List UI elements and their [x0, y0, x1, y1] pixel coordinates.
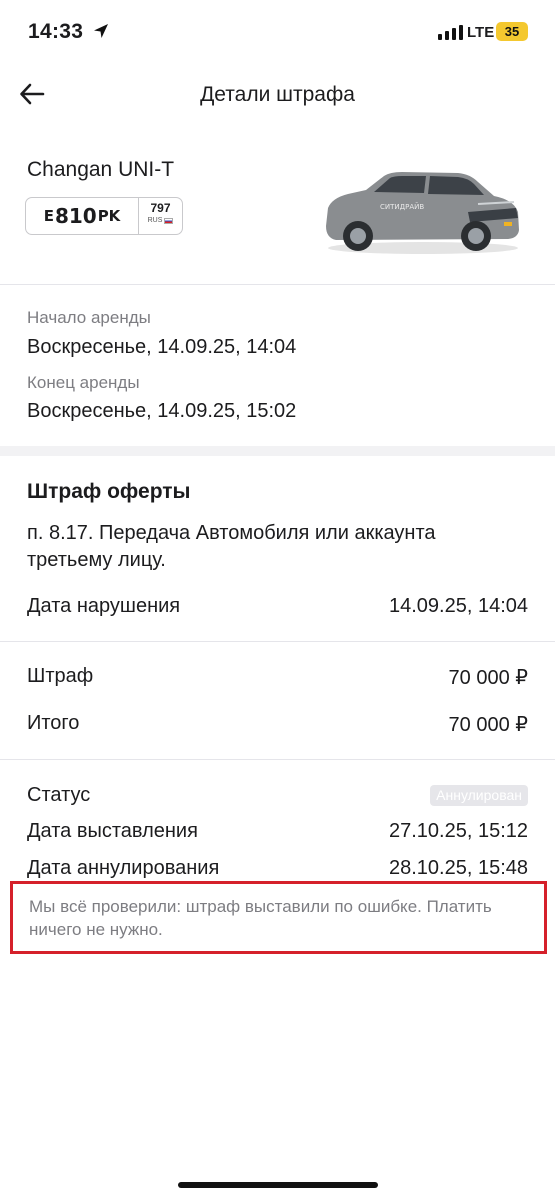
error-notice-highlight: Мы всё проверили: штраф выставили по оши…	[10, 881, 547, 954]
violation-date-value: 14.09.25, 14:04	[388, 595, 528, 617]
divider	[0, 759, 555, 760]
rental-start-value: Воскресенье, 14.09.25, 14:04	[27, 336, 297, 358]
annulled-date-value: 28.10.25, 15:48	[388, 857, 528, 879]
page-title: Детали штрафа	[200, 83, 355, 106]
plate-letter: E	[43, 207, 54, 225]
fine-details-screen: 14:33 LTE 35 Детали штрафа Changan UNI-T…	[0, 0, 555, 1200]
issued-date-value: 27.10.25, 15:12	[388, 820, 528, 842]
rental-start-label: Начало аренды	[27, 308, 151, 327]
network-type: LTE	[467, 24, 495, 41]
home-indicator[interactable]	[178, 1182, 378, 1188]
location-arrow-icon	[94, 24, 108, 38]
section-separator	[0, 446, 555, 456]
fine-amount-label: Штраф	[27, 665, 94, 687]
violation-date-label: Дата нарушения	[27, 595, 181, 617]
plate-digits: 810	[54, 204, 97, 228]
license-plate: E 810 PK 797 RUS	[25, 197, 183, 235]
annulled-date-label: Дата аннулирования	[27, 857, 220, 879]
status-bar: 14:33 LTE 35	[0, 0, 555, 66]
status-label: Статус	[27, 784, 91, 806]
region-code: 797	[150, 201, 171, 215]
total-label: Итого	[27, 712, 80, 734]
plate-letters: PK	[97, 207, 121, 225]
rental-end-label: Конец аренды	[27, 373, 140, 392]
total-value: 70 000 ₽	[448, 714, 528, 736]
signal-bars-icon	[438, 24, 463, 40]
issued-date-label: Дата выставления	[27, 820, 198, 842]
region-country: RUS	[148, 217, 174, 224]
status-time: 14:33	[28, 20, 84, 43]
battery-icon: 35	[496, 22, 528, 41]
fine-amount-value: 70 000 ₽	[448, 667, 528, 689]
plate-region: 797 RUS	[139, 198, 182, 234]
fine-title: Штраф оферты	[27, 480, 191, 503]
russia-flag-icon	[164, 217, 174, 224]
plate-number: E 810 PK	[26, 198, 139, 234]
car-image: СИТИДРАЙВ	[326, 172, 519, 254]
car-name: Changan UNI-T	[27, 158, 175, 181]
error-notice-text: Мы всё проверили: штраф выставили по оши…	[29, 897, 492, 939]
fine-rule: п. 8.17. Передача Автомобиля или аккаунт…	[27, 522, 436, 571]
car-brand-text: СИТИДРАЙВ	[380, 202, 424, 211]
divider	[0, 284, 555, 285]
status-badge: Аннулирован	[430, 785, 528, 806]
rental-end-value: Воскресенье, 14.09.25, 15:02	[27, 400, 297, 422]
divider	[0, 641, 555, 642]
country-code: RUS	[147, 217, 163, 224]
